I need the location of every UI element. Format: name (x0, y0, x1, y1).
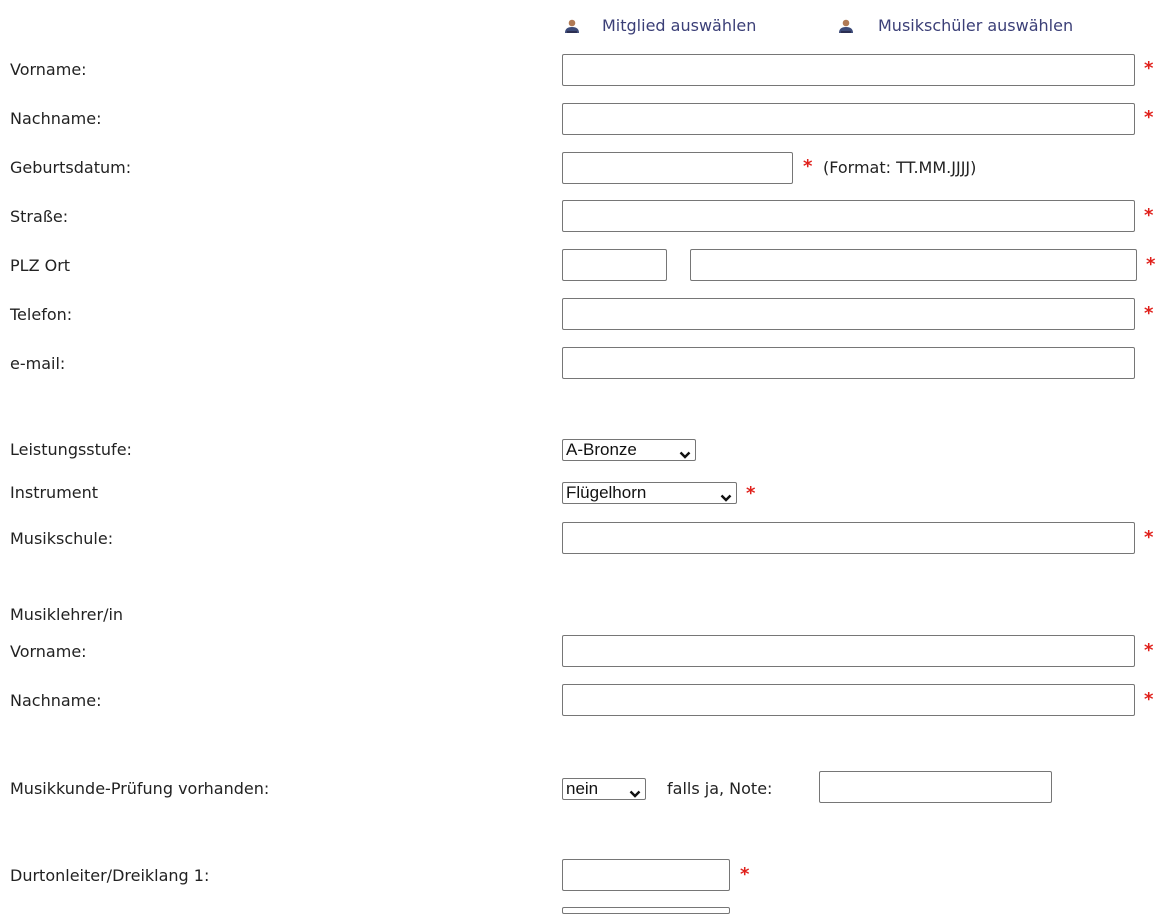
musikkunde-label: Musikkunde-Prüfung vorhanden: (10, 779, 270, 798)
required-marker: * (1144, 689, 1154, 710)
select-student-link[interactable]: Musikschüler auswählen (878, 14, 1073, 38)
teacher-vorname-input[interactable] (562, 635, 1135, 667)
teacher-nachname-label: Nachname: (10, 691, 102, 710)
note-label: falls ja, Note: (667, 779, 773, 798)
geburtsdatum-input[interactable] (562, 152, 793, 184)
user-icon (564, 18, 580, 37)
plz-input[interactable] (562, 249, 667, 281)
instrument-select[interactable]: Flügelhorn (562, 482, 737, 504)
email-label: e-mail: (10, 354, 66, 373)
required-marker: * (1144, 58, 1154, 79)
required-marker: * (1144, 527, 1154, 548)
leistungsstufe-select[interactable]: A-Bronze (562, 439, 696, 461)
musikkunde-select[interactable]: nein (562, 778, 646, 800)
required-marker: * (746, 483, 756, 504)
leistungsstufe-value: A-Bronze (566, 440, 637, 459)
chevron-down-icon (629, 784, 641, 804)
vorname-input[interactable] (562, 54, 1135, 86)
teacher-nachname-input[interactable] (562, 684, 1135, 716)
musikschule-label: Musikschule: (10, 529, 114, 548)
plz-ort-label: PLZ Ort (10, 256, 71, 275)
instrument-label: Instrument (10, 483, 99, 502)
durtonleiter2-input[interactable] (562, 907, 730, 914)
strasse-label: Straße: (10, 207, 69, 226)
required-marker: * (1146, 254, 1156, 275)
teacher-heading: Musiklehrer/in (10, 605, 124, 624)
required-marker: * (1144, 205, 1154, 226)
nachname-label: Nachname: (10, 109, 102, 128)
durtonleiter1-label: Durtonleiter/Dreiklang 1: (10, 866, 210, 885)
required-marker: * (1144, 107, 1154, 128)
telefon-label: Telefon: (10, 305, 73, 324)
strasse-input[interactable] (562, 200, 1135, 232)
teacher-vorname-label: Vorname: (10, 642, 87, 661)
instrument-value: Flügelhorn (566, 483, 647, 502)
required-marker: * (1144, 640, 1154, 661)
telefon-input[interactable] (562, 298, 1135, 330)
date-format-hint: (Format: TT.MM.JJJJ) (823, 158, 977, 177)
leistungsstufe-label: Leistungsstufe: (10, 440, 132, 459)
chevron-down-icon (720, 488, 732, 508)
select-member-link[interactable]: Mitglied auswählen (602, 14, 756, 38)
required-marker: * (740, 864, 750, 885)
email-input[interactable] (562, 347, 1135, 379)
vorname-label: Vorname: (10, 60, 87, 79)
chevron-down-icon (679, 445, 691, 465)
musikkunde-value: nein (566, 779, 599, 798)
required-marker: * (803, 156, 813, 177)
geburtsdatum-label: Geburtsdatum: (10, 158, 132, 177)
required-marker: * (1144, 303, 1154, 324)
note-input[interactable] (819, 771, 1052, 803)
user-icon (838, 18, 854, 37)
ort-input[interactable] (690, 249, 1137, 281)
durtonleiter1-input[interactable] (562, 859, 730, 891)
musikschule-input[interactable] (562, 522, 1135, 554)
nachname-input[interactable] (562, 103, 1135, 135)
